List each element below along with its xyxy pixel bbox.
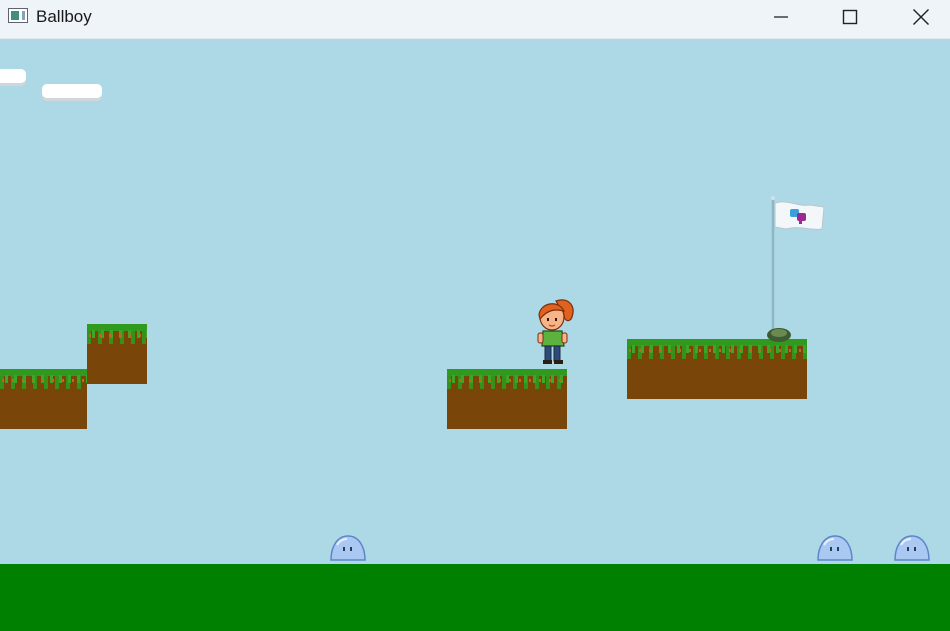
grass-platform (447, 369, 567, 429)
maximize-icon (842, 9, 858, 25)
slime-enemy-icon[interactable] (329, 533, 367, 563)
cloud (0, 69, 26, 83)
slime-enemy-icon[interactable] (893, 533, 931, 563)
grass-platform (0, 369, 87, 429)
grass-platform (87, 324, 147, 384)
close-button[interactable] (898, 0, 944, 34)
girl-player-icon[interactable] (534, 297, 576, 367)
game-window: Ballboy (0, 0, 950, 631)
maximize-button[interactable] (827, 0, 873, 34)
grass-platform (627, 339, 807, 399)
close-icon (913, 9, 929, 25)
finish-flag-icon (767, 196, 825, 342)
minimize-icon (774, 16, 788, 18)
ground (0, 564, 950, 631)
minimize-button[interactable] (758, 0, 804, 34)
window-title: Ballboy (36, 7, 92, 26)
title-bar[interactable]: Ballboy (0, 0, 950, 39)
app-window-icon (8, 8, 28, 23)
game-canvas[interactable] (0, 39, 950, 631)
cloud (42, 84, 102, 98)
slime-enemy-icon[interactable] (816, 533, 854, 563)
